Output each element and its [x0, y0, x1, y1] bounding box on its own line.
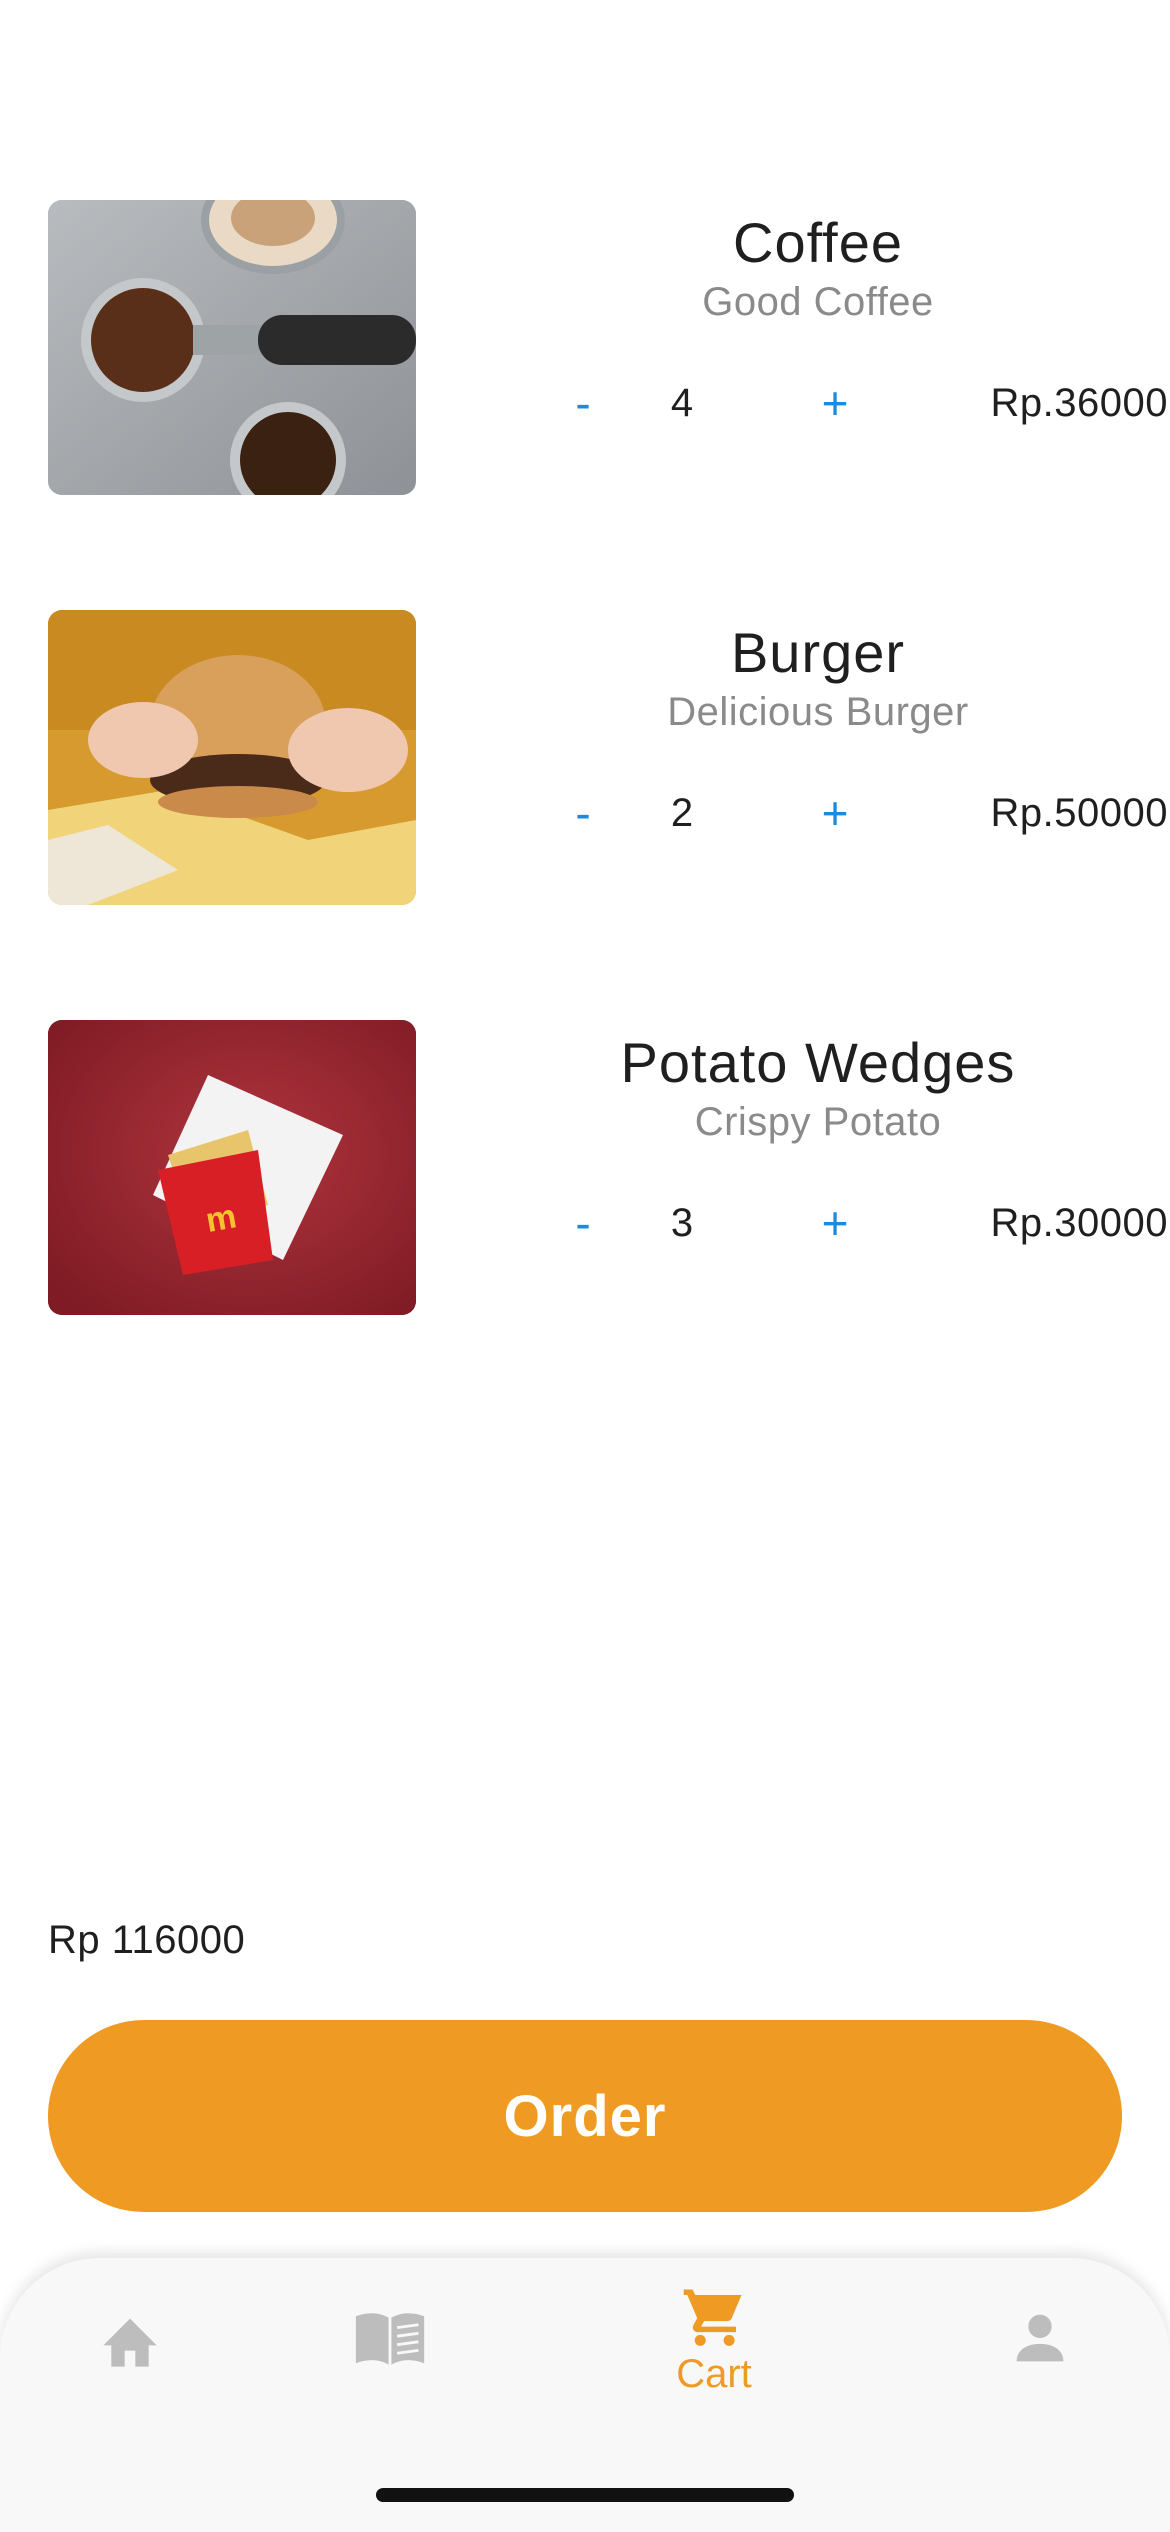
- book-icon: [355, 2313, 425, 2365]
- item-title: Potato Wedges: [620, 1031, 1016, 1094]
- item-price: Rp.50000: [990, 790, 1168, 835]
- decrease-quantity-button[interactable]: -: [548, 368, 618, 438]
- order-button[interactable]: Order: [48, 2020, 1122, 2212]
- item-price: Rp.30000: [990, 1200, 1168, 1245]
- quantity-value: 2: [670, 790, 694, 835]
- increase-quantity-button[interactable]: +: [800, 368, 870, 438]
- cart-icon: [683, 2289, 742, 2346]
- decrease-quantity-button[interactable]: -: [548, 778, 618, 848]
- nav-item-profile[interactable]: [960, 2310, 1120, 2450]
- quantity-value: 3: [670, 1200, 694, 1245]
- cart-total: Rp 116000: [48, 1918, 246, 1962]
- nav-label-cart: Cart: [676, 2352, 752, 2396]
- quantity-stepper: - 2 + Rp.50000: [468, 778, 1168, 848]
- potato-wedges-image: m: [48, 1020, 416, 1315]
- quantity-value: 4: [670, 380, 694, 425]
- cart-item-burger: Burger Delicious Burger - 2 + Rp.50000: [48, 610, 1167, 910]
- cart-item-coffee: Coffee Good Coffee - 4 + Rp.36000: [48, 200, 1167, 500]
- item-subtitle: Crispy Potato: [694, 1100, 942, 1144]
- nav-item-cart[interactable]: Cart: [634, 2286, 794, 2426]
- nav-item-menu[interactable]: [310, 2310, 470, 2450]
- coffee-image: [48, 200, 416, 495]
- burger-image: [48, 610, 416, 905]
- item-subtitle: Good Coffee: [702, 280, 934, 324]
- item-subtitle: Delicious Burger: [667, 690, 969, 734]
- quantity-stepper: - 4 + Rp.36000: [468, 368, 1168, 438]
- cart-item-potato-wedges: m Potato Wedges Crispy Potato - 3 + Rp.3…: [48, 1020, 1167, 1320]
- increase-quantity-button[interactable]: +: [800, 1188, 870, 1258]
- home-indicator: [376, 2488, 794, 2502]
- person-icon: [1016, 2314, 1064, 2362]
- decrease-quantity-button[interactable]: -: [548, 1188, 618, 1258]
- home-icon: [103, 2318, 157, 2367]
- item-title: Coffee: [733, 211, 903, 274]
- increase-quantity-button[interactable]: +: [800, 778, 870, 848]
- item-price: Rp.36000: [990, 380, 1168, 425]
- nav-item-home[interactable]: [50, 2310, 210, 2450]
- item-title: Burger: [730, 621, 906, 684]
- quantity-stepper: - 3 + Rp.30000: [468, 1188, 1168, 1258]
